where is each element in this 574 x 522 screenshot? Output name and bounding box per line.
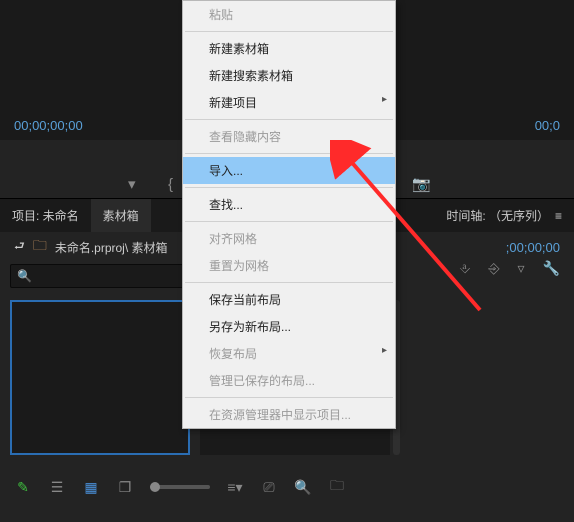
bracket-icon[interactable]: { — [168, 176, 173, 193]
bin-icon: 🗀 — [33, 235, 47, 259]
separator — [185, 31, 393, 32]
marker-icon[interactable]: ▾ — [128, 175, 136, 193]
ctx-new-bin[interactable]: 新建素材箱 — [183, 35, 395, 62]
separator — [185, 153, 393, 154]
ctx-new-item[interactable]: 新建项目 — [183, 89, 395, 116]
project-path: 未命名.prproj\ 素材箱 — [55, 239, 168, 256]
ctx-import[interactable]: 导入... — [183, 157, 395, 184]
separator — [185, 397, 393, 398]
back-icon[interactable]: ⮐ — [14, 237, 25, 258]
separator — [185, 282, 393, 283]
separator — [185, 119, 393, 120]
ctx-manage-layouts: 管理已保存的布局... — [183, 367, 395, 394]
tab-bin[interactable]: 素材箱 — [91, 199, 151, 232]
freeform-view-icon[interactable]: ❐ — [116, 479, 134, 496]
zoom-slider[interactable] — [150, 485, 210, 489]
search-icon: 🔍 — [17, 269, 32, 283]
ctx-align-grid: 对齐网格 — [183, 225, 395, 252]
context-menu: 粘贴 新建素材箱 新建搜索素材箱 新建项目 查看隐藏内容 导入... 查找...… — [182, 0, 396, 429]
timecode-right: 00;0 — [535, 118, 560, 133]
list-view-icon[interactable]: ☰ — [48, 479, 66, 496]
ctx-paste: 粘贴 — [183, 1, 395, 28]
ctx-reset-grid: 重置为网格 — [183, 252, 395, 279]
ctx-new-search-bin[interactable]: 新建搜索素材箱 — [183, 62, 395, 89]
link-icon[interactable]: ⎆ — [488, 260, 499, 277]
project-footer: ✎ ☰ ▦ ❐ ≡▾ ⎚ 🔍 🗀 — [0, 472, 574, 502]
marker-add-icon[interactable]: ▿ — [518, 260, 525, 277]
snap-icon[interactable]: ⎀ — [459, 260, 470, 277]
ctx-restore-layout: 恢复布局 — [183, 340, 395, 367]
bin-drop-area[interactable] — [10, 300, 190, 455]
timeline-tools: ⎀ ⎆ ▿ 🔧 — [459, 260, 560, 277]
ctx-show-hidden: 查看隐藏内容 — [183, 123, 395, 150]
find-icon[interactable]: 🔍 — [294, 479, 312, 496]
ctx-save-layout[interactable]: 保存当前布局 — [183, 286, 395, 313]
wrench-icon[interactable]: 🔧 — [543, 260, 560, 277]
ctx-find[interactable]: 查找... — [183, 191, 395, 218]
icon-view-icon[interactable]: ▦ — [82, 479, 100, 496]
pencil-icon[interactable]: ✎ — [14, 479, 32, 496]
panel-menu-icon[interactable]: ≡ — [555, 209, 560, 223]
sort-icon[interactable]: ≡▾ — [226, 479, 244, 496]
tab-project[interactable]: 项目: 未命名 — [0, 199, 91, 232]
timecode-left: 00;00;00;00 — [14, 118, 83, 133]
ctx-reveal: 在资源管理器中显示项目... — [183, 401, 395, 428]
separator — [185, 187, 393, 188]
timeline-timecode: ;00;00;00 — [506, 240, 574, 255]
ctx-save-layout-as[interactable]: 另存为新布局... — [183, 313, 395, 340]
camera-icon[interactable]: 📷 — [412, 175, 431, 193]
new-bin-icon[interactable]: 🗀 — [328, 475, 346, 499]
separator — [185, 221, 393, 222]
timeline-label: 时间轴: （无序列） — [446, 207, 549, 224]
auto-icon[interactable]: ⎚ — [260, 479, 278, 496]
